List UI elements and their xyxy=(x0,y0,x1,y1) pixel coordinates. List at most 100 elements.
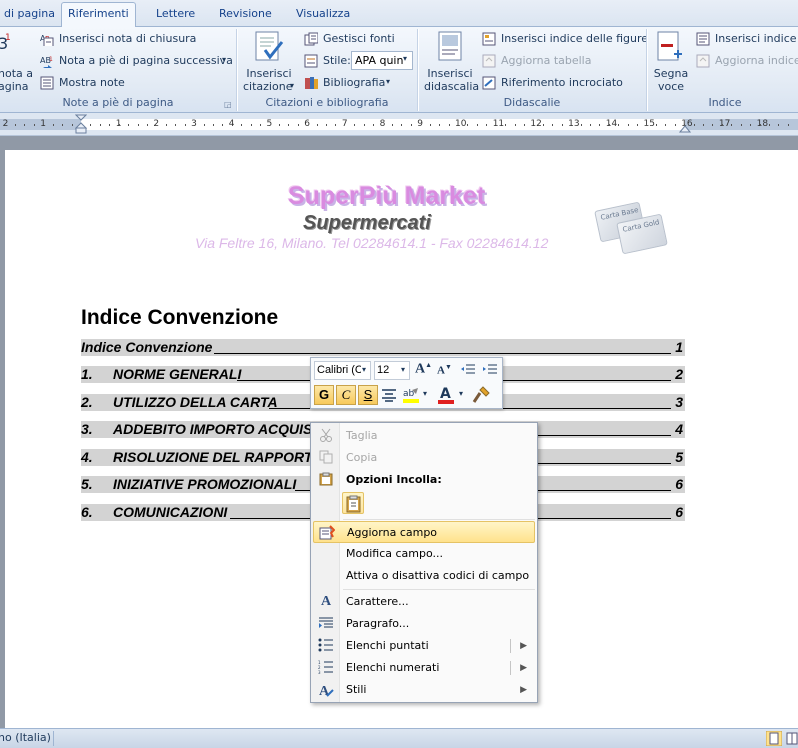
tab-review[interactable]: Revisione xyxy=(213,6,278,27)
increase-indent-icon[interactable] xyxy=(482,363,498,377)
paste-keep-text-button[interactable] xyxy=(342,492,364,514)
insert-footnote-label-1: nota a xyxy=(0,67,33,80)
highlight-color-icon[interactable]: ab xyxy=(402,386,420,404)
ruler-tick-mark xyxy=(298,124,299,126)
ruler-tick-mark xyxy=(486,124,487,126)
tab-references[interactable]: Riferimenti xyxy=(61,2,136,27)
toc-leader xyxy=(538,463,671,464)
menu-item-numbering[interactable]: 123 Elenchi numerati ▶ xyxy=(313,657,535,679)
underline-button[interactable]: S xyxy=(358,385,378,405)
bold-button[interactable]: G xyxy=(314,385,334,405)
menu-item-edit-field[interactable]: Modifica campo... xyxy=(313,543,535,565)
menu-item-toggle-field-codes[interactable]: Attiva o disattiva codici di campo xyxy=(313,565,535,587)
figure-index-icon xyxy=(482,32,496,46)
ruler-tick-mark xyxy=(364,124,365,126)
ruler-tick-label: 12 xyxy=(530,119,542,129)
ruler-tick-mark xyxy=(175,124,176,126)
indent-marker-icon[interactable] xyxy=(75,114,87,136)
ruler-tick-mark xyxy=(646,124,647,126)
ruler-tick-mark xyxy=(147,124,148,126)
next-footnote-label: Nota a piè di pagina successiva xyxy=(59,54,233,67)
chevron-down-icon: ▾ xyxy=(362,365,367,374)
menu-item-copy[interactable]: Copia xyxy=(313,447,535,469)
citation-style-dropdown[interactable]: APA quin ▾ xyxy=(351,51,413,70)
ruler-tick-mark xyxy=(100,124,101,126)
page-title: Indice Convenzione xyxy=(81,306,279,329)
submenu-divider xyxy=(510,661,511,675)
chevron-down-icon[interactable]: ▾ xyxy=(423,389,427,398)
toc-title: UTILIZZO DELLA CARTA xyxy=(113,394,278,410)
menu-item-update-field[interactable]: Aggiorna campo xyxy=(313,521,535,543)
ruler-tick-label: 9 xyxy=(417,119,424,129)
ruler-tick-mark xyxy=(62,124,63,126)
ruler-tick-mark xyxy=(590,124,591,126)
ruler-tick-mark xyxy=(138,124,139,126)
ruler-tick-mark xyxy=(24,124,25,126)
paste-text-only-icon xyxy=(346,495,361,513)
format-painter-icon[interactable] xyxy=(471,385,491,405)
ruler-tick-label: 2 xyxy=(2,119,9,129)
insert-index-label: Inserisci indice xyxy=(715,32,797,45)
paste-options-header: Opzioni Incolla: xyxy=(313,469,535,491)
font-color-icon[interactable]: A xyxy=(437,385,455,405)
menu-item-styles[interactable]: A Stili ▶ xyxy=(313,679,535,701)
ruler-tick-mark xyxy=(72,124,73,126)
language-indicator[interactable]: no (Italia) xyxy=(0,731,51,744)
menu-item-paragraph[interactable]: Paragrafo... xyxy=(313,613,535,635)
grow-font-icon[interactable]: A▲ xyxy=(415,361,432,378)
loyalty-cards-image: Carta Base Carta Gold xyxy=(594,198,673,256)
ruler-tick-mark xyxy=(552,124,553,126)
insert-figure-index-label: Inserisci indice delle figure xyxy=(501,32,649,45)
tab-mailings[interactable]: Lettere xyxy=(150,6,201,27)
tab-view[interactable]: Visualizza xyxy=(290,6,356,27)
ruler-tick-mark xyxy=(119,124,120,126)
status-divider xyxy=(53,731,54,746)
citations-group-label: Citazioni e bibliografia xyxy=(265,96,389,109)
ruler-tick-mark xyxy=(326,124,327,126)
menu-item-cut[interactable]: Taglia xyxy=(313,425,535,447)
ruler-tick-mark xyxy=(288,124,289,126)
paragraph-icon xyxy=(318,616,334,632)
menu-item-update-field-label: Aggiorna campo xyxy=(347,526,438,539)
ruler-tick-mark xyxy=(788,124,789,126)
ruler-tick-mark xyxy=(760,124,761,126)
ruler-tick-label: 17 xyxy=(718,119,731,129)
mark-entry-label-2: voce xyxy=(657,80,685,93)
tab-page-layout[interactable]: di pagina xyxy=(0,6,61,27)
ruler-tick-mark xyxy=(109,124,110,126)
shrink-font-icon[interactable]: A▼ xyxy=(437,363,452,377)
full-screen-view-icon[interactable] xyxy=(786,731,798,746)
menu-item-bullets[interactable]: Elenchi puntati ▶ xyxy=(313,635,535,657)
center-align-icon[interactable] xyxy=(381,388,397,402)
ruler-tick-mark xyxy=(722,124,723,126)
ruler-tick-mark xyxy=(599,124,600,126)
toc-title: ADDEBITO IMPORTO ACQUIS xyxy=(113,421,313,437)
font-size-value: 12 xyxy=(377,364,390,376)
font-size-dropdown[interactable]: 12 ▾ xyxy=(374,361,410,380)
menu-item-toggle-field-codes-label: Attiva o disattiva codici di campo xyxy=(346,569,530,582)
ruler-tick-mark xyxy=(515,124,516,126)
print-layout-view-icon[interactable] xyxy=(766,731,782,746)
ruler-tick-label: 13 xyxy=(568,119,580,129)
horizontal-ruler[interactable]: 21123456789101112131415161718 xyxy=(0,113,798,136)
right-indent-marker-icon[interactable] xyxy=(679,124,691,133)
italic-button[interactable]: C xyxy=(336,385,356,405)
menu-item-paragraph-label: Paragrafo... xyxy=(346,617,410,630)
dialog-launcher-icon[interactable]: ◲ xyxy=(224,98,232,112)
toc-row[interactable]: Indice Convenzione 1 xyxy=(81,339,685,356)
brand-subtitle: Supermercati xyxy=(303,212,431,234)
chevron-down-icon[interactable]: ▾ xyxy=(459,389,463,398)
ruler-tick-mark xyxy=(637,124,638,126)
manage-sources-icon xyxy=(304,32,318,46)
toc-title: Indice Convenzione xyxy=(81,339,213,355)
menu-separator xyxy=(343,589,535,590)
chevron-down-icon: ▾ xyxy=(403,54,408,63)
decrease-indent-icon[interactable] xyxy=(460,363,476,377)
ruler-tick-mark xyxy=(524,124,525,126)
ruler-tick-label: 11 xyxy=(492,119,505,129)
ribbon: 31 nota a agina AB Inserisci nota di chi… xyxy=(0,27,798,113)
ruler-tick-mark xyxy=(335,124,336,126)
menu-item-font[interactable]: A Carattere... xyxy=(313,591,535,613)
ruler-tick-mark xyxy=(505,124,506,126)
font-name-dropdown[interactable]: Calibri (C ▾ xyxy=(314,361,371,380)
